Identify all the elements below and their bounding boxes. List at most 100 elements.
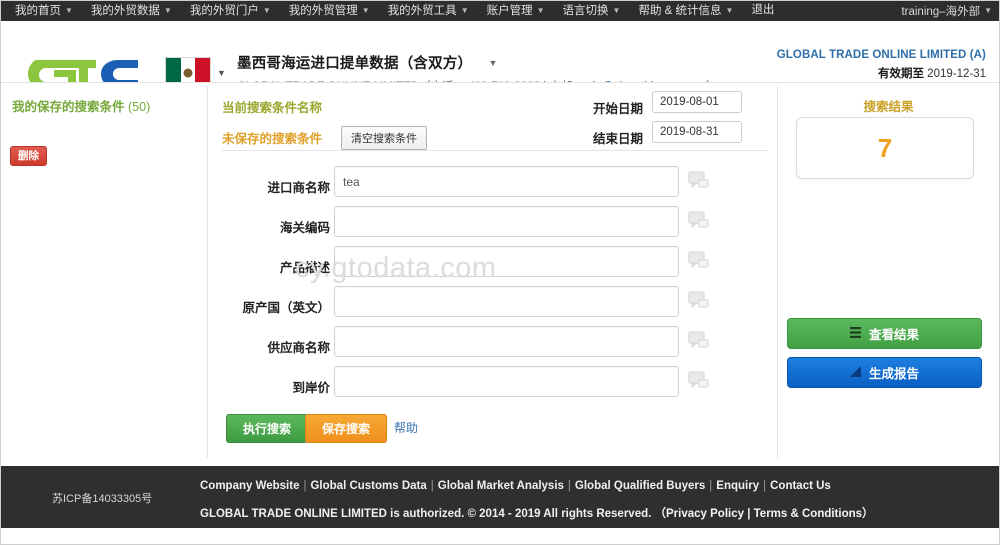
top-navigation-bar: 我的首页 ▼ 我的外贸数据 ▼ 我的外贸门户 ▼ 我的外贸管理 ▼ 我的外贸工具 ▼ 账户… (0, 0, 1000, 21)
nav-item-home[interactable]: 我的首页 ▼ (6, 0, 82, 21)
nav-item-trade-management-label: 我的外贸管理 (288, 5, 358, 17)
saved-searches-title: 我的保存的搜索条件 (50) (12, 96, 150, 115)
account-name: GLOBAL TRADE ONLINE LIMITED (A) (776, 49, 986, 61)
chevron-down-icon: ▼ (725, 6, 734, 15)
account-validity: 有效期至 2019-12-31 (777, 65, 986, 81)
execute-search-button[interactable]: 执行搜索 (226, 414, 309, 443)
copyright-text: GLOBAL TRADE ONLINE LIMITED is authorize… (200, 508, 667, 520)
nav-item-logout-label: 退出 (751, 4, 775, 16)
footer-copyright: GLOBAL TRADE ONLINE LIMITED is authorize… (200, 505, 874, 521)
generate-report-button[interactable]: 生成报告 (787, 357, 982, 388)
supplier-name-input[interactable] (334, 326, 679, 357)
footer-link-company-website[interactable]: Company Website (200, 480, 299, 492)
footer-bottom-strip (0, 528, 1000, 545)
nav-item-trade-portal-label: 我的外贸门户 (189, 5, 259, 17)
chevron-down-icon: ▼ (361, 6, 370, 15)
field-row-supplier-name: 供应商名称 (222, 326, 767, 366)
comment-icon[interactable] (688, 211, 710, 231)
nav-item-trade-portal[interactable]: 我的外贸门户 ▼ (181, 0, 280, 21)
nav-item-language-switch[interactable]: 语言切换 ▼ (554, 0, 630, 21)
chevron-down-icon[interactable]: ▼ (488, 58, 497, 68)
chevron-down-icon: ▼ (217, 68, 226, 78)
saved-searches-label: 我的保存的搜索条件 (12, 100, 125, 114)
account-validity-label: 有效期至 (877, 68, 924, 80)
help-link[interactable]: 帮助 (394, 419, 418, 436)
field-row-cif-price: 到岸价 (222, 366, 767, 406)
chevron-down-icon: ▼ (984, 6, 992, 15)
product-description-input[interactable] (334, 246, 679, 277)
footer-link-enquiry[interactable]: Enquiry (716, 480, 759, 492)
nav-item-trade-tools[interactable]: 我的外贸工具 ▼ (379, 0, 478, 21)
saved-searches-count: (50) (128, 100, 151, 114)
chevron-down-icon: ▼ (65, 6, 73, 15)
chevron-down-icon: ▼ (612, 6, 621, 15)
importer-name-input[interactable] (334, 166, 679, 197)
nav-item-account-management[interactable]: 账户管理 ▼ (478, 0, 554, 21)
view-results-label: 查看结果 (868, 328, 919, 342)
nav-item-language-switch-label: 语言切换 (562, 5, 609, 17)
footer-link-global-customs-data[interactable]: Global Customs Data (310, 480, 426, 492)
chevron-down-icon: ▼ (536, 6, 545, 15)
nav-item-trade-data[interactable]: 我的外贸数据 ▼ (82, 0, 181, 21)
nav-user-label: training–海外部 (901, 5, 981, 18)
copyright-text-post: ） (862, 508, 874, 520)
hs-code-input[interactable] (334, 206, 679, 237)
save-search-button[interactable]: 保存搜索 (305, 414, 388, 443)
origin-country-input[interactable] (334, 286, 679, 317)
nav-item-home-label: 我的首页 (15, 5, 61, 17)
page-title: 墨西哥海运进口提单数据（含双方） ▼ (237, 52, 718, 73)
privacy-policy-link[interactable]: Privacy Policy (666, 508, 744, 520)
nav-item-trade-data-label: 我的外贸数据 (90, 5, 160, 17)
product-description-label: 产品描述 (279, 261, 330, 275)
terms-conditions-link[interactable]: Terms & Conditions (754, 508, 862, 520)
field-row-importer-name: 进口商名称 (222, 166, 767, 206)
unsaved-condition-label: 未保存的搜索条件 (222, 132, 323, 146)
nav-user-menu[interactable]: training–海外部 ▼ (901, 3, 1000, 19)
results-divider (777, 86, 778, 458)
nav-item-help-stats[interactable]: 帮助 & 统计信息 ▼ (629, 0, 742, 21)
nav-items: 我的首页 ▼ 我的外贸数据 ▼ 我的外贸门户 ▼ 我的外贸管理 ▼ 我的外贸工具 ▼ 账户… (0, 0, 783, 21)
comment-icon[interactable] (688, 291, 710, 311)
account-validity-date: 2019-12-31 (927, 68, 986, 80)
chevron-down-icon: ▼ (460, 6, 469, 15)
separator: | (763, 480, 767, 492)
supplier-name-label: 供应商名称 (267, 341, 330, 355)
footer-link-global-market-analysis[interactable]: Global Market Analysis (438, 480, 564, 492)
start-date-input[interactable] (652, 91, 742, 113)
footer-link-contact-us[interactable]: Contact Us (770, 480, 831, 492)
delete-button[interactable]: 删除 (10, 146, 47, 167)
comment-icon[interactable] (688, 251, 710, 271)
field-row-hs-code: 海关编码 (222, 206, 767, 246)
cif-price-input[interactable] (334, 366, 679, 397)
start-date-label: 开始日期 (593, 102, 644, 116)
footer-link-global-qualified-buyers[interactable]: Global Qualified Buyers (575, 480, 705, 492)
icp-license: 苏ICP备14033305号 (52, 493, 153, 505)
field-row-origin-country: 原产国（英文） (222, 286, 767, 326)
hs-code-label: 海关编码 (279, 221, 330, 235)
comment-icon[interactable] (688, 171, 710, 191)
footer-links: Company Website | Global Customs Data | Glob… (200, 480, 831, 492)
importer-name-label: 进口商名称 (267, 181, 330, 195)
nav-item-help-stats-label: 帮助 & 统计信息 (638, 5, 722, 17)
generate-report-label: 生成报告 (868, 367, 919, 381)
current-condition-name-label: 当前搜索条件名称 (222, 101, 323, 115)
separator: | (567, 480, 571, 492)
comment-icon[interactable] (688, 331, 710, 351)
origin-country-label: 原产国（英文） (242, 301, 330, 315)
search-results-box: 7 (796, 117, 974, 179)
page-footer: 苏ICP备14033305号 Company Website | Global Cu… (0, 466, 1000, 528)
chart-icon (849, 365, 861, 380)
nav-item-logout[interactable]: 退出 (742, 0, 783, 21)
comment-icon[interactable] (688, 371, 710, 391)
chevron-down-icon: ▼ (163, 6, 172, 15)
page-header: GLOBAL TRADE ONLINE LIMITED ▼ 墨西哥海运进口提单数… (0, 21, 1000, 100)
separator: | (709, 480, 713, 492)
end-date-input[interactable] (652, 121, 742, 143)
view-results-button[interactable]: 查看结果 (787, 318, 982, 349)
chevron-down-icon: ▼ (262, 6, 271, 15)
nav-item-trade-management[interactable]: 我的外贸管理 ▼ (280, 0, 379, 21)
clear-conditions-button[interactable]: 清空搜索条件 (341, 126, 427, 150)
nav-item-account-management-label: 账户管理 (486, 5, 533, 17)
sidebar-divider (207, 86, 208, 458)
separator: | (303, 480, 307, 492)
